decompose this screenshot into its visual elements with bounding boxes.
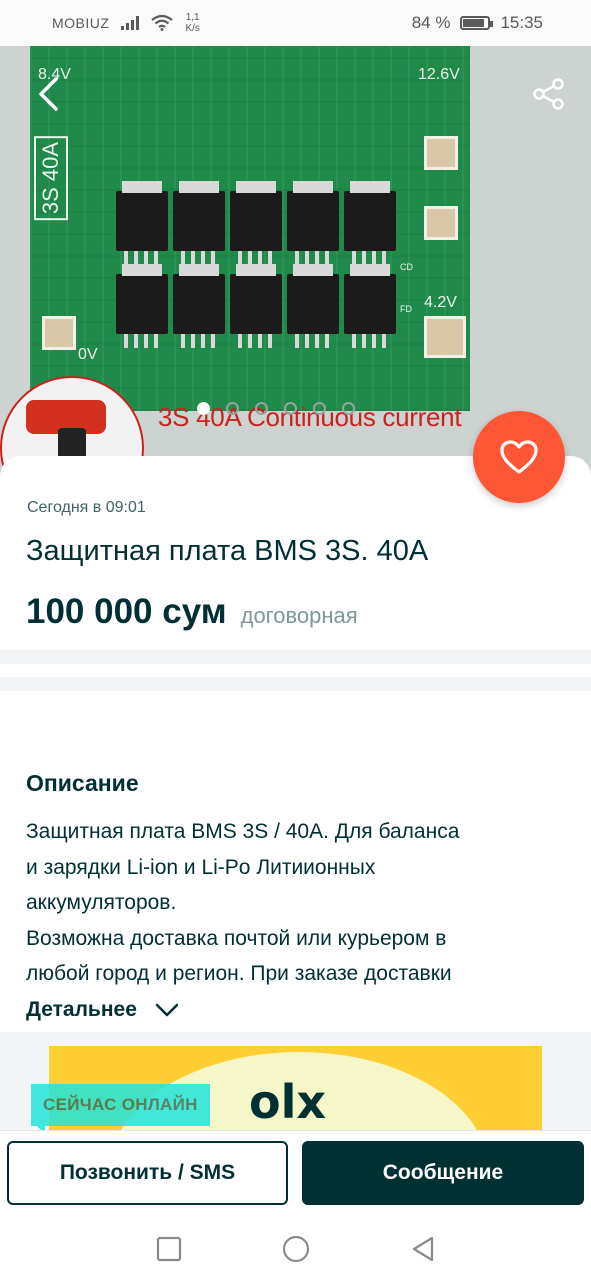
mosfet-chip [116,181,168,265]
wifi-icon [151,15,174,31]
pagination-dot[interactable] [313,402,326,415]
description-line: любой город и регион. При заказе доставк… [26,962,452,985]
description-text: Защитная плата BMS 3S / 40A. Для баланса… [26,814,546,992]
olx-logo: olx [249,1078,326,1126]
circle-nav-icon[interactable] [282,1235,310,1263]
pcb-label-0v: 0V [78,346,98,363]
message-button[interactable]: Сообщение [302,1141,584,1205]
negotiable-label: договорная [240,603,358,628]
square-nav-icon[interactable] [156,1236,182,1262]
share-icon [533,78,564,110]
clock: 15:35 [500,13,543,32]
signal-icon [121,16,140,30]
system-nav-bar [0,1218,591,1280]
pcb-side-label: 3S 40A [34,136,68,221]
battery-percent: 84 % [411,13,451,32]
mosfet-chip [287,264,339,348]
description-line: Возможна доставка почтой или курьером в [26,926,447,950]
solder-pad [424,316,466,358]
description-line: аккумуляторов. [26,891,177,914]
svg-text:olx: olx [249,1078,326,1126]
mosfet-chip [173,264,225,348]
battery-icon [460,16,494,30]
solder-pad [42,316,76,350]
network-speed: 1,1 K/s [185,12,199,34]
mosfet-chip [173,181,225,265]
section-divider [0,650,591,664]
description-line: Защитная плата BMS 3S / 40A. Для баланса [26,820,460,843]
mosfet-chip [116,264,168,348]
pcb-image: 3S 40A 8.4V 12.6V 4.2V 0V CD FD [30,46,470,411]
mosfet-chip [344,264,396,348]
status-right: 84 % 15:35 [412,13,543,33]
status-bar: MOBIUZ 1,1 K/s 84 % 15:35 [0,0,591,46]
mosfet-chip [287,181,339,265]
triangle-back-nav-icon[interactable] [410,1235,436,1263]
pagination-dot[interactable] [255,402,268,415]
section-divider [0,677,591,691]
pcb-label-12v: 12.6V [418,66,460,83]
favorite-button[interactable] [473,411,565,503]
pagination-dot[interactable] [197,402,210,415]
pagination-dot[interactable] [284,402,297,415]
carrier-name: MOBIUZ [52,15,110,31]
more-details-toggle[interactable]: Детальнее [26,998,179,1022]
chevron-down-icon [155,1003,179,1017]
solder-pad [424,206,458,240]
description-line: и зарядки Li-ion и Li-Po Литиионных [26,855,376,879]
online-now-badge: СЕЙЧАС ОНЛАЙН [31,1084,210,1134]
posted-date: Сегодня в 09:01 [27,499,146,516]
share-button[interactable] [529,74,569,114]
description-heading: Описание [26,770,139,796]
pagination-dot[interactable] [342,402,355,415]
back-button[interactable] [28,74,68,114]
action-bar: Позвонить / SMS Сообщение [0,1130,591,1219]
product-photo[interactable]: 3S 40A 8.4V 12.6V 4.2V 0V CD FD 3S 40A C… [0,46,591,476]
pcb-label-4v: 4.2V [424,294,457,311]
listing-title: Защитная плата BMS 3S. 40A [26,535,429,567]
price-row: 100 000 сум договорная [26,592,358,632]
mosfet-chip [230,264,282,348]
mosfet-chip [344,181,396,265]
image-pagination[interactable] [197,402,355,415]
price: 100 000 сум [26,592,227,631]
back-arrow-icon [39,77,58,111]
pagination-dot[interactable] [226,402,239,415]
more-details-label: Детальнее [26,998,137,1021]
pcb-label-cd: CD [400,262,413,272]
heart-icon [500,440,538,474]
solder-pad [424,136,458,170]
mosfet-chip [230,181,282,265]
speed-value: 1,1 [185,12,200,23]
call-sms-button[interactable]: Позвонить / SMS [7,1141,288,1205]
status-left: MOBIUZ 1,1 K/s [52,12,200,34]
pcb-label-fd: FD [400,304,412,314]
speed-unit: K/s [185,23,200,34]
